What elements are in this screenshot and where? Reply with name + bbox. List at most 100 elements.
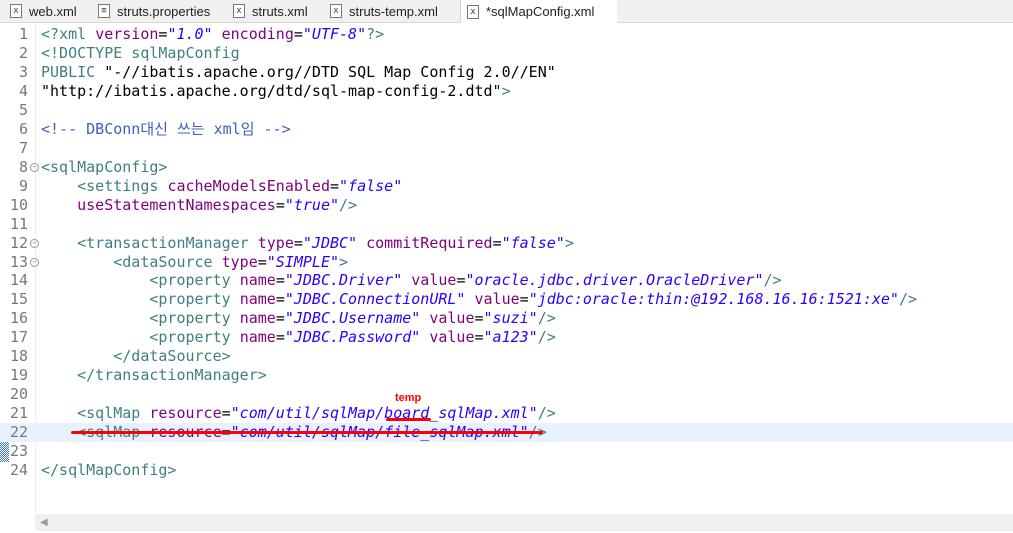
line-number: 17 <box>9 328 28 347</box>
code-line[interactable]: 18 </dataSource> <box>0 347 1013 366</box>
xml-tag: /> <box>537 309 556 328</box>
attribute-name: value <box>411 271 457 290</box>
code-line[interactable]: 10 useStatementNamespaces="true"/> <box>0 196 1013 215</box>
attribute-name: type <box>257 233 294 252</box>
xml-file-icon: x <box>467 4 479 19</box>
xml-tag: <property <box>149 271 240 290</box>
code-text: "http://ibatis.apache.org/dtd/sql-map-co… <box>41 82 511 101</box>
tab-struts-xml[interactable]: x struts.xml <box>233 0 308 22</box>
code-line[interactable]: 14 <property name="JDBC.Driver" value="o… <box>0 271 1013 290</box>
xml-tag: </dataSource> <box>113 347 231 366</box>
attribute-value: "JDBC.Username" <box>284 309 421 328</box>
code-line[interactable]: 7 <box>0 139 1013 158</box>
plain-text <box>357 234 366 252</box>
code-text: <dataSource type="SIMPLE"> <box>41 253 348 272</box>
code-text: <property name="JDBC.Driver" value="orac… <box>41 271 781 290</box>
code-line[interactable]: 17 <property name="JDBC.Password" value=… <box>0 328 1013 347</box>
plain-text: = <box>492 233 502 252</box>
code-line[interactable]: 12− <transactionManager type="JDBC" comm… <box>0 234 1013 253</box>
scroll-left-icon[interactable]: ◀ <box>40 517 48 528</box>
attribute-value: "JDBC.ConnectionURL" <box>284 290 466 309</box>
attribute-value: "JDBC.Password" <box>284 328 421 347</box>
attribute-name: useStatementNamespaces <box>77 195 276 214</box>
plain-text: = <box>330 176 340 195</box>
xml-tag: <property <box>149 290 240 309</box>
xml-tag: PUBLIC <box>41 62 105 81</box>
code-line[interactable]: 16 <property name="JDBC.Username" value=… <box>0 309 1013 328</box>
plain-text: = <box>275 271 285 290</box>
annotation-text: temp <box>395 392 422 404</box>
tab-label: struts.properties <box>117 3 211 19</box>
code-line[interactable]: 3 PUBLIC "-//ibatis.apache.org//DTD SQL M… <box>0 63 1013 82</box>
plain-text <box>465 290 474 308</box>
code-text: <transactionManager type="JDBC" commitRe… <box>41 234 574 253</box>
tab-sqlmapconfig-xml[interactable]: x *sqlMapConfig.xml <box>460 0 617 23</box>
plain-text <box>41 404 77 422</box>
fold-toggle-icon[interactable]: − <box>30 257 39 267</box>
plain-text: = <box>221 404 231 423</box>
code-text: PUBLIC "-//ibatis.apache.org//DTD SQL Ma… <box>41 63 556 82</box>
attribute-value: "a123" <box>483 328 538 347</box>
code-text: <property name="JDBC.ConnectionURL" valu… <box>41 290 917 309</box>
line-number: 18 <box>9 347 28 366</box>
xml-tag: /> <box>898 290 918 309</box>
line-number: 20 <box>9 385 28 404</box>
code-line[interactable]: 23 <box>0 442 1013 461</box>
code-line[interactable]: 11 <box>0 215 1013 234</box>
code-line[interactable]: 13− <dataSource type="SIMPLE"> <box>0 253 1013 272</box>
xml-tag: <settings <box>77 176 168 195</box>
code-line[interactable]: 9 <settings cacheModelsEnabled="false" <box>0 177 1013 196</box>
xml-file-icon: x <box>233 4 245 18</box>
annotation-underline <box>386 418 431 421</box>
horizontal-scrollbar[interactable]: ◀ <box>35 514 1013 531</box>
code-line[interactable]: 20 <box>0 385 1013 404</box>
plain-text: = <box>293 233 303 252</box>
line-number: 7 <box>18 138 28 157</box>
xml-tag: <!DOCTYPE sqlMapConfig <box>41 43 240 62</box>
line-number: 11 <box>9 214 28 233</box>
tab-struts-temp-xml[interactable]: x struts-temp.xml <box>330 0 438 22</box>
line-number: 23 <box>9 442 28 461</box>
line-number: 3 <box>18 62 28 81</box>
line-number: 21 <box>9 404 28 423</box>
xml-tag: ?> <box>366 25 385 43</box>
attribute-value: "1.0" <box>167 25 213 43</box>
xml-tag: </sqlMapConfig> <box>41 461 177 480</box>
code-text: <property name="JDBC.Username" value="su… <box>41 309 556 328</box>
code-line[interactable]: 19 </transactionManager> <box>0 366 1013 385</box>
code-line[interactable]: 21 <sqlMap resource="com/util/sqlMap/boa… <box>0 404 1013 423</box>
fold-toggle-icon[interactable]: − <box>30 238 39 248</box>
editor-tab-bar: x web.xml ≡ struts.properties x struts.xml x st… <box>0 0 1013 23</box>
code-text: <property name="JDBC.Password" value="a1… <box>41 328 555 347</box>
plain-text: = <box>257 252 267 271</box>
plain-text: = <box>519 290 529 309</box>
code-line[interactable]: 8− <sqlMapConfig> <box>0 158 1013 177</box>
xml-tag: <? <box>41 25 60 43</box>
attribute-value: "UTF-8" <box>302 25 367 43</box>
attribute-name: resource <box>149 404 222 423</box>
code-line[interactable]: 24 </sqlMapConfig> <box>0 461 1013 480</box>
line-number: 8 <box>18 157 28 176</box>
code-line[interactable]: 6 <!-- DBConn대신 쓰는 xml임 --> <box>0 120 1013 139</box>
line-number: 4 <box>18 81 28 100</box>
tab-struts-properties[interactable]: ≡ struts.properties <box>98 0 210 22</box>
attribute-name: value <box>429 309 475 328</box>
attribute-name: type <box>221 252 258 271</box>
code-line[interactable]: 15 <property name="JDBC.ConnectionURL" v… <box>0 290 1013 309</box>
fold-toggle-icon[interactable]: − <box>30 162 39 172</box>
line-number: 5 <box>18 100 28 119</box>
attribute-value: "jdbc:oracle:thin:@192.168.16.16:1521:xe… <box>528 290 899 309</box>
code-line[interactable]: 4 "http://ibatis.apache.org/dtd/sql-map-c… <box>0 82 1013 101</box>
plain-text <box>420 309 429 327</box>
code-line[interactable]: 1 <?xml version="1.0" encoding="UTF-8"?> <box>0 25 1013 44</box>
code-line[interactable]: 5 <box>0 101 1013 120</box>
tab-web-xml[interactable]: x web.xml <box>10 0 77 22</box>
xml-tag: <property <box>149 328 240 347</box>
code-line[interactable]: 2 <!DOCTYPE sqlMapConfig <box>0 44 1013 63</box>
line-number: 19 <box>9 366 28 385</box>
xml-tag: xml <box>59 25 96 43</box>
tab-label: web.xml <box>29 3 77 19</box>
xml-tag: <dataSource <box>113 252 222 271</box>
attribute-name: value <box>474 290 520 309</box>
attribute-value: "false" <box>339 176 403 195</box>
